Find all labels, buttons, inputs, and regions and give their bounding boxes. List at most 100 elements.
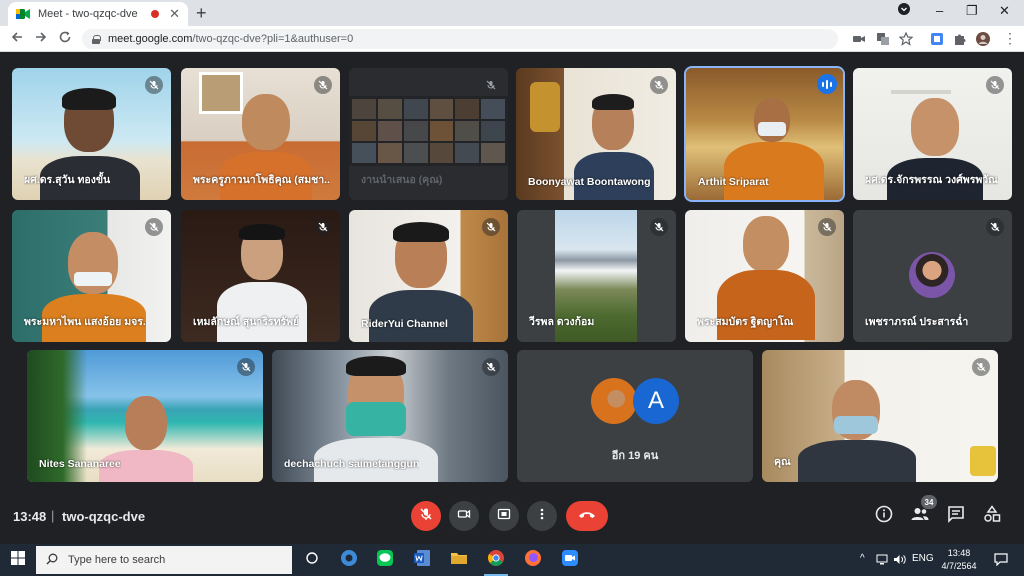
mic-off-icon — [145, 218, 163, 236]
participant-name: เหมลักษณ์ สุนาริรทรัพย์ — [193, 316, 300, 328]
clock-time: 13:48 — [947, 548, 971, 558]
participant-tile[interactable]: พระมหาไพน แสงอ้อย มจร. — [12, 210, 171, 342]
speaking-indicator-icon — [817, 74, 837, 94]
leave-call-button[interactable] — [566, 501, 608, 531]
mic-off-icon — [482, 358, 500, 376]
participant-tile[interactable]: Boonyawat Boontawong — [516, 68, 676, 200]
cushion — [970, 446, 996, 476]
participant-avatar — [909, 252, 955, 298]
participant-name: วีรพล ดวงก้อม — [529, 316, 595, 328]
camera-toggle-button[interactable] — [449, 501, 479, 531]
taskbar-app-zoom[interactable] — [558, 548, 582, 572]
activities-button[interactable] — [981, 504, 1003, 528]
mic-off-icon — [237, 358, 255, 376]
translate-icon[interactable] — [876, 32, 890, 46]
mic-off-icon — [650, 218, 668, 236]
minimize-button[interactable]: – — [936, 3, 943, 18]
info-icon — [875, 505, 893, 528]
tab-title: Meet - two-qzqc-dve — [38, 8, 138, 20]
participant-name: งานนำเสนอ (คุณ) — [361, 174, 443, 186]
present-now-button[interactable] — [489, 501, 519, 531]
more-options-button[interactable] — [527, 501, 557, 531]
participant-tile[interactable]: Nites Sananaree — [27, 350, 263, 482]
reload-icon[interactable] — [58, 30, 72, 47]
participant-tile-speaking[interactable]: Arthit Sriparat — [686, 68, 843, 200]
presentation-tile[interactable]: งานนำเสนอ (คุณ) — [349, 68, 508, 200]
participant-tile[interactable]: ผศ.ดร.จักรพรรณ วงศ์พรพวัณ — [853, 68, 1012, 200]
extensions-puzzle-icon[interactable] — [953, 32, 967, 46]
recording-indicator-icon — [151, 10, 160, 18]
ceiling-light — [891, 90, 951, 94]
lock-icon — [92, 34, 101, 44]
start-button[interactable] — [0, 544, 36, 576]
address-bar[interactable]: meet.google.com/two-qzqc-dve?pli=1&authu… — [82, 29, 838, 49]
extension-screen-icon[interactable] — [930, 32, 944, 46]
volume-icon[interactable] — [893, 554, 906, 568]
shrine-decor — [530, 82, 560, 132]
taskbar-app-firefox[interactable] — [521, 548, 545, 572]
search-placeholder: Type here to search — [68, 554, 166, 566]
mic-off-icon — [972, 358, 990, 376]
participant-tile[interactable]: พระครูภาวนาโพธิคุณ (สมชา... — [181, 68, 340, 200]
taskbar-app-edge[interactable] — [337, 548, 361, 572]
presentation-thumbnail-grid — [349, 96, 508, 166]
mic-off-icon — [314, 76, 332, 94]
task-view-button[interactable] — [300, 548, 324, 572]
windows-logo-icon — [11, 550, 25, 570]
browser-menu-icon[interactable]: ⋮ — [1003, 30, 1017, 46]
present-screen-icon — [497, 507, 511, 526]
participant-name: RiderYui Channel — [361, 318, 448, 330]
mic-off-icon — [482, 218, 500, 236]
maximize-button[interactable]: ❐ — [966, 3, 978, 19]
url-host: meet.google.com — [108, 33, 193, 45]
taskbar-app-file-explorer[interactable] — [447, 548, 471, 572]
participant-tile[interactable]: ผศ.ดร.สุวัน ทองขั้น — [12, 68, 171, 200]
participant-name: dechachuch saimetanggun — [284, 458, 420, 470]
meeting-code: two-qzqc-dve — [62, 509, 146, 524]
clock-date: 4/7/2564 — [941, 561, 977, 571]
tray-overflow-button[interactable]: ^ — [860, 553, 865, 564]
line-app-icon — [376, 549, 394, 572]
input-language[interactable]: ENG — [912, 553, 934, 564]
activities-shapes-icon — [983, 504, 1001, 528]
taskbar-app-line[interactable] — [373, 548, 397, 572]
taskbar-app-word[interactable] — [410, 548, 434, 572]
participant-tile[interactable]: dechachuch saimetanggun — [272, 350, 508, 482]
network-icon[interactable] — [876, 554, 888, 568]
meeting-details-button[interactable] — [873, 505, 895, 527]
browser-tab-meet[interactable]: Meet - two-qzqc-dve ✕ — [8, 2, 188, 26]
participant-tile[interactable]: คุณ — [762, 350, 998, 482]
camera-in-use-icon[interactable] — [852, 32, 866, 46]
mic-off-icon — [314, 218, 332, 236]
others-avatar-photo — [591, 378, 637, 424]
system-clock[interactable]: 13:48 4/7/2564 — [932, 547, 986, 573]
participant-name: Arthit Sriparat — [698, 176, 769, 188]
mic-off-icon — [482, 76, 500, 94]
taskbar-search-box[interactable]: Type here to search — [36, 546, 292, 574]
participant-tile[interactable]: พระสมบัตร ฐิตญาโณ — [685, 210, 844, 342]
participant-tile[interactable]: RiderYui Channel — [349, 210, 508, 342]
participant-tile[interactable]: เหมลักษณ์ สุนาริรทรัพย์ — [181, 210, 340, 342]
bookmark-star-icon[interactable] — [898, 31, 914, 46]
microphone-toggle-button[interactable] — [411, 501, 441, 531]
firefox-app-icon — [524, 549, 542, 572]
taskbar-app-chrome[interactable] — [484, 548, 508, 576]
participant-tile[interactable]: วีรพล ดวงก้อม — [517, 210, 676, 342]
browser-toolbar: meet.google.com/two-qzqc-dve?pli=1&authu… — [0, 26, 1024, 52]
more-vert-icon — [535, 507, 549, 526]
chat-button[interactable] — [945, 505, 967, 527]
participant-tile[interactable]: เพชราภรณ์ ประสารฉ่ำ — [853, 210, 1012, 342]
tab-search-icon[interactable] — [898, 3, 910, 18]
meeting-grid: ผศ.ดร.สุวัน ทองขั้น พระครูภาวนาโพธิคุณ (… — [0, 53, 1024, 497]
task-view-icon — [305, 551, 319, 570]
back-arrow-icon[interactable] — [10, 30, 24, 47]
close-window-button[interactable]: ✕ — [999, 3, 1010, 19]
folder-icon — [450, 550, 468, 571]
mic-off-icon — [650, 76, 668, 94]
new-tab-button[interactable]: + — [196, 4, 207, 22]
profile-avatar-icon[interactable] — [976, 32, 990, 46]
tab-close-icon[interactable]: ✕ — [169, 6, 180, 22]
forward-arrow-icon[interactable] — [34, 30, 48, 47]
others-tile[interactable]: A อีก 19 คน — [517, 350, 753, 482]
notifications-icon[interactable] — [994, 553, 1008, 569]
